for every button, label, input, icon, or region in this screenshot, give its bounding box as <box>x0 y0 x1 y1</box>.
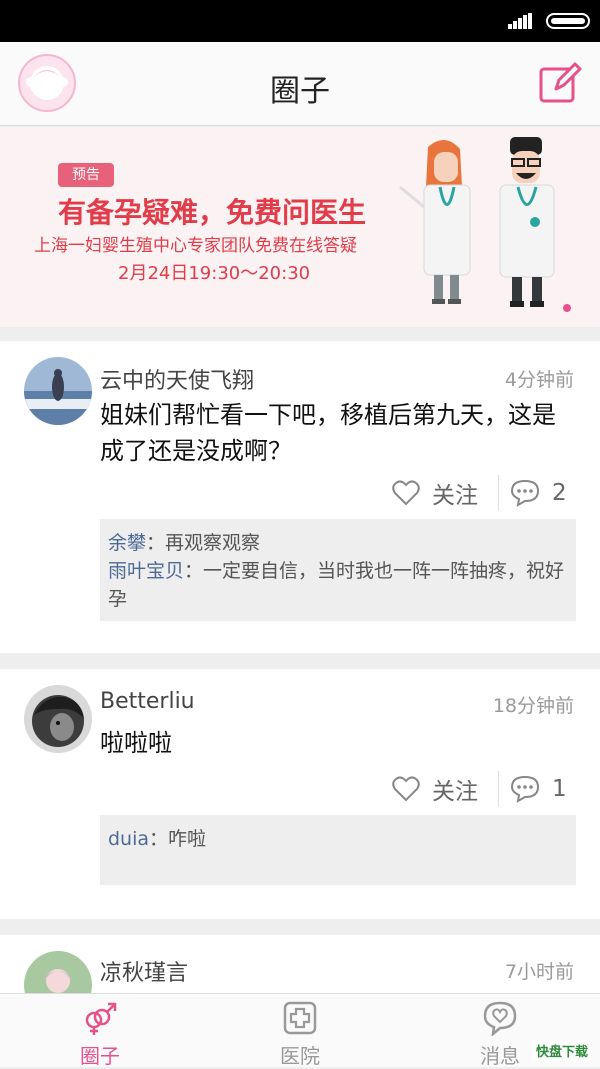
author-name[interactable]: Betterliu <box>100 689 195 714</box>
bottom-tab-bar: 圈子 医院 消息 快盘下载 <box>0 993 600 1068</box>
author-avatar[interactable] <box>24 951 92 995</box>
watermark-logo: 快盘下载 <box>531 1040 592 1061</box>
preview-badge: 预告 <box>58 163 114 187</box>
comment-icon <box>510 775 540 803</box>
avatar-photo <box>24 951 92 995</box>
comment-text: 再观察观察 <box>165 532 261 554</box>
author-avatar[interactable] <box>24 357 92 425</box>
follow-label: 关注 <box>432 483 478 509</box>
comment-count: 2 <box>552 480 567 506</box>
tab-hospital[interactable]: 医院 <box>200 994 400 1068</box>
top-bar: 圈子 <box>0 42 600 126</box>
comment-author[interactable]: 雨叶宝贝 <box>108 560 184 582</box>
action-divider <box>498 475 499 511</box>
post-time: 18分钟前 <box>492 695 574 717</box>
compose-button[interactable] <box>538 62 582 106</box>
doctors-illustration <box>399 137 571 312</box>
comment-author[interactable]: 余攀 <box>108 532 146 554</box>
lion-avatar-icon <box>24 685 92 753</box>
comment-separator: ： <box>146 532 166 554</box>
comment-text: 咋啦 <box>168 828 207 850</box>
post-card[interactable]: 云中的天使飞翔 4分钟前 姐妹们帮忙看一下吧，移植后第九天，这是成了还是没成啊？… <box>0 341 600 653</box>
comment-separator: ： <box>184 560 204 582</box>
message-heart-icon <box>483 1001 517 1036</box>
comment-item[interactable]: duia：咋啦 <box>108 825 568 853</box>
comment-button[interactable]: 2 <box>510 475 567 511</box>
gender-icon <box>85 1002 117 1035</box>
comment-author[interactable]: duia <box>108 828 149 850</box>
hospital-icon <box>283 1001 317 1035</box>
post-content[interactable]: 啦啦啦 <box>100 725 570 761</box>
banner-time: 2月24日19:30～20:30 <box>118 263 311 284</box>
author-name[interactable]: 凉秋瑾言 <box>100 955 188 987</box>
page-title: 圈子 <box>270 74 330 109</box>
tab-label: 医院 <box>280 1044 320 1068</box>
follow-button[interactable]: 关注 <box>392 475 478 511</box>
author-name[interactable]: 云中的天使飞翔 <box>100 363 254 395</box>
edit-icon <box>539 62 582 103</box>
comment-item[interactable]: 雨叶宝贝：一定要自信，当时我也一阵一阵抽疼，祝好孕 <box>108 557 568 613</box>
tab-circle[interactable]: 圈子 <box>0 994 200 1068</box>
comment-button[interactable]: 1 <box>510 771 567 807</box>
action-divider <box>498 771 499 807</box>
post-time: 7小时前 <box>504 961 574 983</box>
status-bar <box>0 0 600 42</box>
post-time: 4分钟前 <box>504 369 574 391</box>
battery-icon <box>546 13 590 29</box>
heart-icon <box>392 480 420 506</box>
avatar-photo <box>24 357 92 425</box>
comment-separator: ： <box>149 828 169 850</box>
heart-icon <box>392 776 420 802</box>
post-card[interactable]: Betterliu 18分钟前 啦啦啦 关注 1 duia：咋啦 <box>0 669 600 919</box>
follow-label: 关注 <box>432 779 478 805</box>
banner-subtitle: 上海一妇婴生殖中心专家团队免费在线答疑 <box>34 236 357 256</box>
signal-icon <box>508 13 534 29</box>
comment-count: 1 <box>552 776 567 802</box>
comment-icon <box>510 479 540 507</box>
author-avatar[interactable] <box>24 685 92 753</box>
post-card[interactable]: 凉秋瑾言 7小时前 <box>0 935 600 995</box>
tab-label: 圈子 <box>80 1044 120 1068</box>
post-content[interactable]: 姐妹们帮忙看一下吧，移植后第九天，这是成了还是没成啊？ <box>100 397 570 469</box>
comment-list[interactable]: duia：咋啦 <box>100 815 576 885</box>
comment-item[interactable]: 余攀：再观察观察 <box>108 529 568 557</box>
follow-button[interactable]: 关注 <box>392 771 478 807</box>
comment-list[interactable]: 余攀：再观察观察 雨叶宝贝：一定要自信，当时我也一阵一阵抽疼，祝好孕 <box>100 519 576 621</box>
banner-title: 有备孕疑难，免费问医生 <box>58 196 367 229</box>
promo-banner[interactable]: 预告 有备孕疑难，免费问医生 上海一妇婴生殖中心专家团队免费在线答疑 2月24日… <box>0 127 600 327</box>
